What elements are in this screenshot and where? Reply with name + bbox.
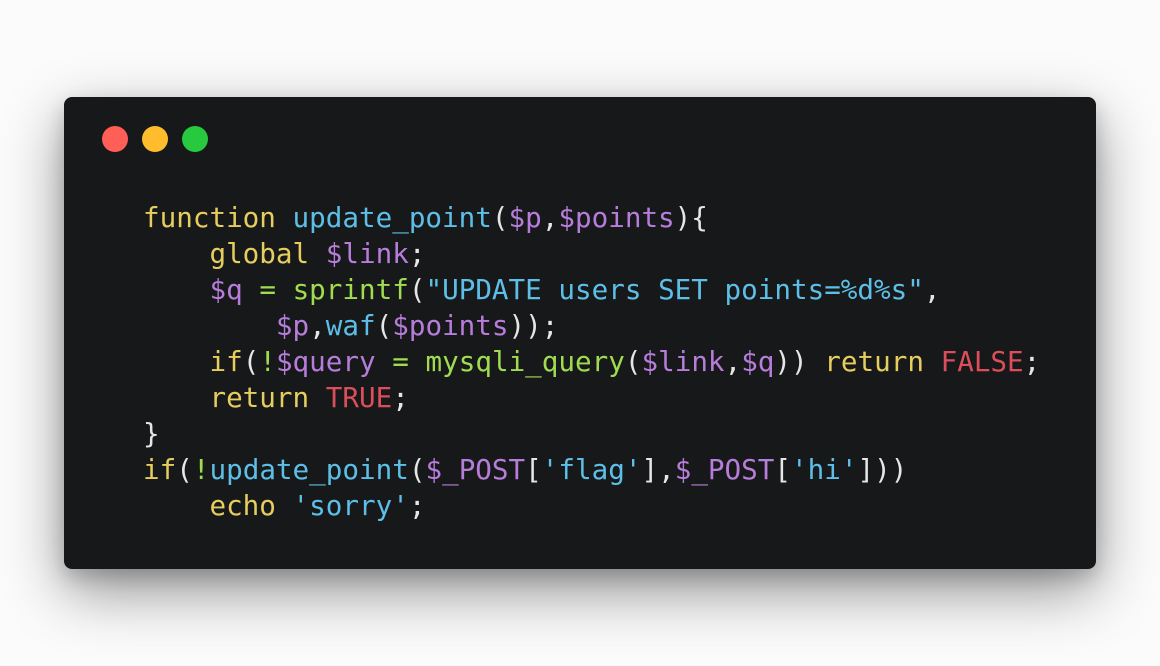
code-token-plain: ( (408, 453, 426, 486)
code-line: global $link; (143, 236, 1040, 272)
code-token-string: 'flag' (541, 453, 642, 486)
code-token-plain: )); (508, 309, 559, 342)
code-token-string: 'sorry' (292, 489, 409, 522)
code-token-plain: , (923, 273, 941, 306)
code-token-keyword: return (824, 345, 924, 378)
code-line: } (143, 416, 1040, 452)
code-token-plain: ( (491, 201, 509, 234)
code-token-plain: ( (375, 309, 393, 342)
code-token-variable: $query (275, 345, 376, 378)
code-token-keyword: function (143, 201, 276, 234)
code-token-variable: $_POST (674, 453, 775, 486)
minimize-button[interactable] (142, 126, 168, 152)
code-token-constant: TRUE (325, 381, 393, 414)
code-token-constant: FALSE (940, 345, 1024, 378)
code-token-function: waf (325, 309, 376, 342)
code-line: if(!$query = mysqli_query($link,$q)) ret… (143, 344, 1040, 380)
code-token-string: "UPDATE users SET points=%d%s" (425, 273, 924, 306)
code-token-plain: [ (774, 453, 792, 486)
code-token-operator: mysqli_query (425, 345, 625, 378)
maximize-button[interactable] (182, 126, 208, 152)
code-token-plain: , (309, 309, 326, 342)
code-token-variable: $p (508, 201, 542, 234)
code-token-plain: ], (641, 453, 675, 486)
code-token-plain: ; (408, 237, 426, 270)
code-token-operator: = (259, 273, 276, 306)
code-token-keyword: if (209, 345, 243, 378)
code-token-function: update_point (209, 453, 409, 486)
code-token-plain: )) (774, 345, 808, 378)
code-token-plain: [ (525, 453, 542, 486)
code-token-function: update_point (292, 201, 492, 234)
close-button[interactable] (102, 126, 128, 152)
code-line: function update_point($p,$points){ (143, 200, 1040, 236)
code-token-variable: $link (325, 237, 409, 270)
code-block: function update_point($p,$points){ globa… (143, 200, 1040, 524)
code-token-plain: } (143, 417, 160, 450)
code-window: function update_point($p,$points){ globa… (64, 97, 1096, 569)
screenshot-stage: function update_point($p,$points){ globa… (0, 0, 1160, 666)
code-line: $q = sprintf("UPDATE users SET points=%d… (143, 272, 1040, 308)
code-line: echo 'sorry'; (143, 488, 1040, 524)
code-token-plain: , (724, 345, 742, 378)
code-token-plain: ( (408, 273, 426, 306)
code-token-keyword: if (143, 453, 177, 486)
code-token-plain: ){ (674, 201, 708, 234)
code-token-operator: = (392, 345, 409, 378)
code-token-variable: $q (741, 345, 775, 378)
code-token-plain: ; (1023, 345, 1041, 378)
code-line: $p,waf($points)); (143, 308, 1040, 344)
code-token-variable: $_POST (425, 453, 526, 486)
code-token-variable: $q (209, 273, 243, 306)
code-token-keyword: return (209, 381, 310, 414)
code-token-plain: ])) (857, 453, 908, 486)
code-token-variable: $p (275, 309, 310, 342)
code-token-plain: , (541, 201, 559, 234)
code-token-operator: ! (192, 453, 210, 486)
code-token-plain: ; (408, 489, 426, 522)
code-line: if(!update_point($_POST['flag'],$_POST['… (143, 452, 1040, 488)
code-token-keyword: echo (209, 489, 276, 522)
code-token-keyword: global (209, 237, 310, 270)
code-token-variable: $points (392, 309, 509, 342)
code-token-operator: sprintf (292, 273, 409, 306)
code-token-variable: $link (641, 345, 725, 378)
code-line: return TRUE; (143, 380, 1040, 416)
code-token-plain: ( (242, 345, 260, 378)
code-token-string: 'hi' (791, 453, 858, 486)
code-token-variable: $points (558, 201, 675, 234)
code-token-plain: ( (624, 345, 642, 378)
window-controls (102, 126, 208, 152)
code-token-operator: ! (259, 345, 276, 378)
code-token-plain: ; (392, 381, 409, 414)
code-token-plain: ( (176, 453, 193, 486)
